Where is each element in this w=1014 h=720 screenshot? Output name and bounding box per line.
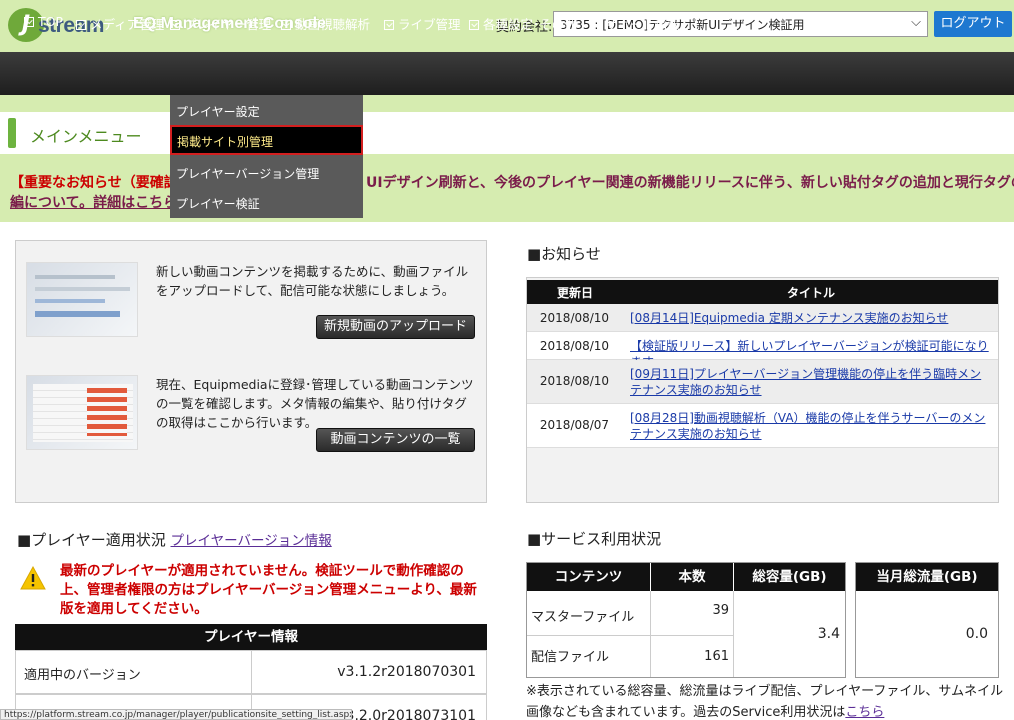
service-usage-title: ■サービス利用状況 bbox=[527, 530, 662, 548]
dropdown-item-player-verification[interactable]: プレイヤー検証 bbox=[170, 187, 363, 217]
monthly-flow-table: 当月総流量(GB) 0.0 bbox=[855, 562, 999, 678]
checkbox-icon bbox=[76, 20, 86, 30]
notice-line-1-rest[interactable]: UIデザイン刷新と、今後のプレイヤー関連の新機能リリースに伴う、新しい貼付タグの… bbox=[366, 172, 1014, 192]
nav-item-support[interactable]: サポート情報 bbox=[591, 14, 680, 33]
dropdown-item-player-settings[interactable]: プレイヤー設定 bbox=[170, 95, 363, 125]
nav-item-live[interactable]: ライブ管理 bbox=[384, 14, 461, 33]
svc-col-count: 本数 bbox=[651, 563, 733, 591]
nav-item-top[interactable]: TOP bbox=[24, 14, 63, 29]
checkbox-icon bbox=[24, 17, 34, 27]
player-version-link[interactable]: プレイヤーバージョン情報 bbox=[171, 533, 332, 549]
player-info-row: 適用中のバージョン v3.1.2r2018070301 bbox=[15, 650, 487, 694]
main-nav bbox=[0, 52, 1014, 95]
service-usage-footnote: ※表示されている総容量、総流量はライブ配信、プレイヤーファイル、サムネイル画像な… bbox=[526, 684, 1004, 720]
upload-description: 新しい動画コンテンツを掲載するために、動画ファイルをアップロードして、配信可能な… bbox=[156, 264, 469, 298]
news-row: 2018/08/10 [09月11日]プレイヤーバージョン管理機能の停止を伴う臨… bbox=[527, 360, 998, 404]
news-col-date: 更新日 bbox=[557, 286, 594, 300]
past-usage-link[interactable]: こちら bbox=[845, 705, 884, 720]
warning-icon bbox=[20, 566, 46, 590]
player-info-value: v3.2.0r2018073101 bbox=[337, 708, 476, 720]
news-row: 2018/08/07 [08月28日]動画視聴解析（VA）機能の停止を伴うサーバ… bbox=[527, 404, 998, 448]
checkbox-icon bbox=[591, 20, 601, 30]
status-bar-url: https://platform.stream.co.jp/manager/pl… bbox=[0, 709, 352, 720]
player-warning-message: 最新のプレイヤーが適用されていません。検証ツールで動作確認の上、管理者権限の方は… bbox=[60, 563, 477, 617]
player-dropdown-menu: プレイヤー設定 掲載サイト別管理 プレイヤーバージョン管理 プレイヤー検証 bbox=[170, 95, 363, 218]
svc-row-count: 39 bbox=[712, 603, 729, 618]
notice-line-1[interactable]: 【重要なお知らせ（要確認） bbox=[10, 172, 192, 192]
player-info-value: v3.1.2r2018070301 bbox=[337, 664, 476, 680]
player-info-label: 適用中のバージョン bbox=[24, 668, 141, 683]
news-row: 2018/08/10 [08月14日]Equipmedia 定期メンテナンス実施… bbox=[527, 304, 998, 332]
news-title-link[interactable]: [08月14日]Equipmedia 定期メンテナンス実施のお知らせ bbox=[630, 310, 990, 326]
notice-prefix: 【重要なお知らせ（要確認） bbox=[10, 175, 192, 191]
content-list-button[interactable]: 動画コンテンツの一覧 bbox=[316, 428, 475, 452]
checkbox-icon bbox=[469, 20, 479, 30]
svc-monthly-flow-value: 0.0 bbox=[965, 626, 988, 642]
player-info-header: プレイヤー情報 bbox=[15, 624, 487, 650]
svc-row-count: 161 bbox=[704, 649, 729, 664]
nav-item-media[interactable]: メディア管理 bbox=[76, 14, 164, 33]
nav-item-analytics[interactable]: 動画視聴解析 bbox=[281, 14, 370, 33]
news-row: 2018/08/10 【検証版リリース】新しいプレイヤーバージョンが検証可能にな… bbox=[527, 332, 998, 369]
notice-line-2-link[interactable]: 編について。詳細はこちら bbox=[10, 192, 177, 212]
svc-row-label: マスターファイル bbox=[531, 610, 635, 625]
news-col-title: タイトル bbox=[787, 286, 836, 300]
main-menu-accent bbox=[8, 118, 16, 148]
news-date: 2018/08/10 bbox=[539, 311, 610, 325]
nav-item-settings[interactable]: 各種設定･その他 bbox=[469, 14, 577, 33]
checkbox-icon bbox=[170, 20, 180, 30]
main-menu-title: メインメニュー bbox=[30, 127, 142, 146]
upload-thumbnail bbox=[26, 262, 138, 337]
svc-row-label: 配信ファイル bbox=[531, 650, 610, 665]
nav-item-player[interactable]: プレイヤー管理 bbox=[170, 14, 271, 33]
svc-col-capacity: 総容量(GB) bbox=[734, 563, 845, 591]
news-date: 2018/08/07 bbox=[539, 418, 610, 432]
svc-col-contents: コンテンツ bbox=[527, 563, 650, 591]
svc-total-capacity: 3.4 bbox=[817, 626, 840, 642]
news-date: 2018/08/10 bbox=[539, 339, 610, 353]
chevron-down-icon: ⌵ bbox=[911, 15, 921, 30]
news-date: 2018/08/10 bbox=[539, 374, 610, 388]
news-title-link[interactable]: [08月28日]動画視聴解析（VA）機能の停止を伴うサーバーのメンテナンス実施の… bbox=[630, 410, 990, 442]
service-usage-table: コンテンツ 本数 総容量(GB) マスターファイル 39 配信ファイル 161 … bbox=[526, 562, 846, 678]
news-title: ■お知らせ bbox=[527, 245, 601, 263]
header-strip bbox=[0, 95, 1014, 112]
svc-col-monthly-flow: 当月総流量(GB) bbox=[856, 563, 998, 591]
main-menu-row bbox=[0, 112, 1014, 154]
news-table-header: 更新日 タイトル bbox=[527, 280, 998, 304]
logout-button[interactable]: ログアウト bbox=[934, 11, 1012, 37]
news-title-link[interactable]: [09月11日]プレイヤーバージョン管理機能の停止を伴う臨時メンテナンス実施のお… bbox=[630, 366, 990, 398]
upload-video-button[interactable]: 新規動画のアップロード bbox=[316, 315, 475, 339]
content-list-description: 現在、Equipmediaに登録･管理している動画コンテンツの一覧を確認します。… bbox=[156, 377, 474, 430]
checkbox-icon bbox=[281, 20, 291, 30]
dropdown-item-site-management[interactable]: 掲載サイト別管理 bbox=[170, 125, 363, 155]
checkbox-icon bbox=[384, 20, 394, 30]
dropdown-item-version-management[interactable]: プレイヤーバージョン管理 bbox=[170, 157, 363, 187]
player-status-title: ■プレイヤー適用状況 プレイヤーバージョン情報 bbox=[17, 531, 332, 549]
content-list-thumbnail bbox=[26, 375, 138, 450]
